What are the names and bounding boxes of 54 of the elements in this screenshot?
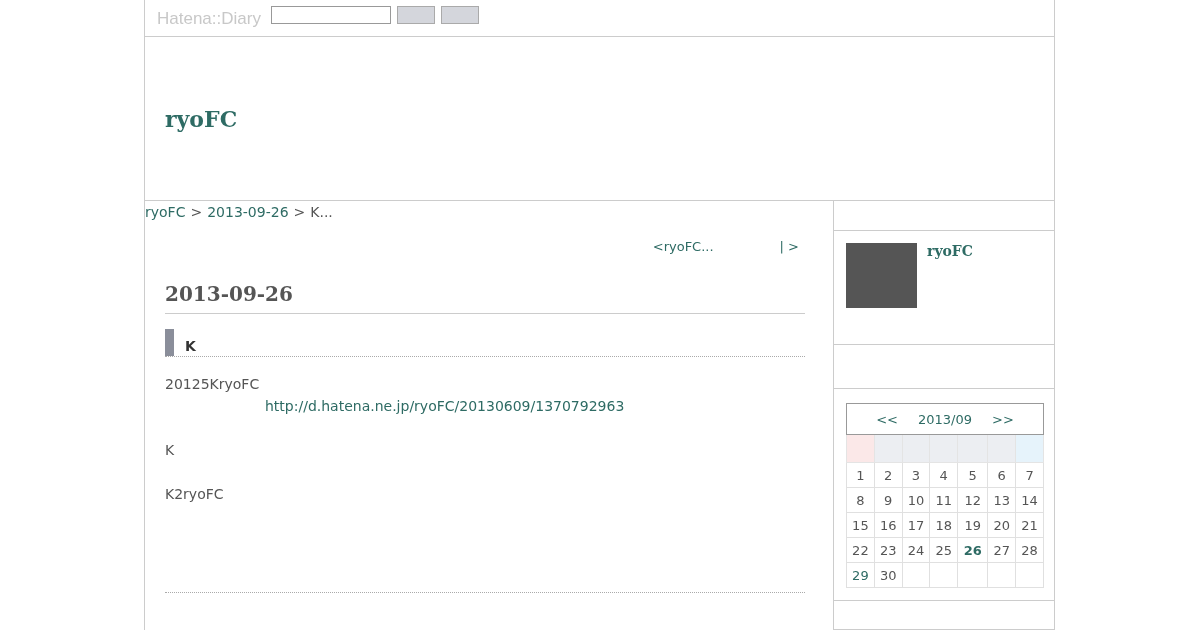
- blog-title[interactable]: ryoFC: [165, 105, 238, 132]
- calendar-day: 20: [987, 512, 1016, 538]
- calendar-day[interactable]: 26: [957, 537, 988, 563]
- calendar-day: 21: [1015, 512, 1044, 538]
- calendar-day: 12: [957, 487, 988, 513]
- calendar-day: 13: [987, 487, 1016, 513]
- previous-link[interactable]: <ryoFC...: [652, 239, 714, 254]
- calendar-day: 28: [1015, 537, 1044, 563]
- calendar-day: 15: [846, 512, 875, 538]
- calendar-day: 14: [1015, 487, 1044, 513]
- next-month-link[interactable]: >>: [992, 411, 1014, 427]
- calendar-day: 27: [987, 537, 1016, 563]
- profile-name[interactable]: ryoFC: [927, 243, 973, 332]
- calendar-day: 2: [874, 462, 903, 488]
- calendar-day: 18: [929, 512, 958, 538]
- calendar-day: 3: [902, 462, 930, 488]
- entry-date: 2013-09-26: [165, 282, 805, 314]
- breadcrumb-link[interactable]: ryoFC: [145, 204, 186, 220]
- previous-month-link[interactable]: <<: [876, 411, 898, 427]
- calendar-day: 10: [902, 487, 930, 513]
- entry-text: K2ryoFC: [165, 485, 225, 504]
- calendar-day: 5: [957, 462, 988, 488]
- calendar-day: 8: [846, 487, 875, 513]
- entry-text: K: [165, 441, 176, 460]
- calendar-day: 17: [902, 512, 930, 538]
- calendar-day: 1: [846, 462, 875, 488]
- calendar-day[interactable]: 29: [846, 562, 875, 588]
- entry-link[interactable]: http://d.hatena.ne.jp/ryoFC/20130609/1370792963: [265, 398, 625, 414]
- weekday-header-cell: [846, 434, 875, 463]
- section-title: K: [185, 336, 196, 354]
- calendar-day: 6: [987, 462, 1016, 488]
- calendar-day: 22: [846, 537, 875, 563]
- search-button[interactable]: [396, 6, 435, 24]
- header-button[interactable]: [440, 6, 479, 24]
- search-field[interactable]: [270, 6, 391, 24]
- calendar-day: 4: [929, 462, 958, 488]
- calendar-day: 16: [874, 512, 903, 538]
- calendar-day: 24: [902, 537, 930, 563]
- entry-text: 20125KryoFC: [165, 375, 261, 394]
- calendar-day: 7: [1015, 462, 1044, 488]
- calendar-day: 25: [929, 537, 958, 563]
- breadcrumb-link[interactable]: 2013-09-26: [207, 204, 289, 220]
- calendar-day: 9: [874, 487, 903, 513]
- calendar-day: 11: [929, 487, 958, 513]
- month-link[interactable]: 2013/09: [918, 411, 972, 427]
- photo-placeholder: [846, 243, 917, 308]
- breadcrumb-separator: >: [293, 204, 306, 220]
- breadcrumb-separator: >: [190, 204, 203, 220]
- calendar-day: 30: [874, 562, 903, 588]
- next-link[interactable]: | >: [779, 239, 799, 254]
- calendar-day: 23: [874, 537, 903, 563]
- breadcrumb-current: K...: [310, 204, 333, 220]
- calendar-day: 19: [957, 512, 988, 538]
- section-marker: [165, 329, 174, 356]
